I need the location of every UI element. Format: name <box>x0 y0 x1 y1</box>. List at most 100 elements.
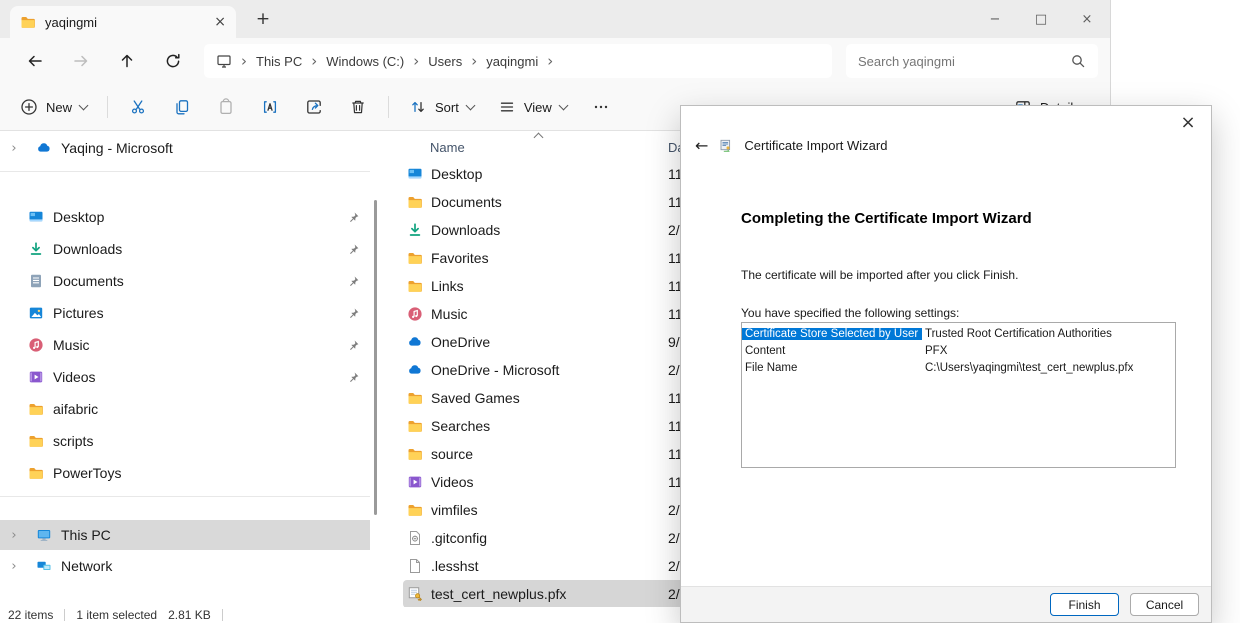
folder-icon <box>407 278 423 294</box>
back-button[interactable] <box>12 43 58 79</box>
file-name: vimfiles <box>431 502 478 518</box>
dialog-close-icon[interactable]: × <box>1177 111 1199 133</box>
music-icon <box>407 306 423 322</box>
sidebar-item[interactable]: PowerToys <box>0 457 370 489</box>
sidebar-item-label: Yaqing - Microsoft <box>61 140 173 156</box>
sidebar-item-label: PowerToys <box>53 465 121 481</box>
sidebar-item[interactable]: scripts <box>0 425 370 457</box>
setting-value: PFX <box>922 345 947 357</box>
chevron-right-icon[interactable]: › <box>8 559 20 574</box>
dialog-title: Certificate Import Wizard <box>744 138 887 153</box>
more-options-button[interactable] <box>579 89 623 125</box>
share-icon <box>305 98 323 116</box>
breadcrumb-item-windows-c[interactable]: Windows (C:) <box>326 54 404 69</box>
monitor-icon <box>36 527 52 543</box>
new-tab-button[interactable]: + <box>252 8 274 30</box>
rename-button[interactable] <box>248 89 292 125</box>
status-divider <box>222 609 223 621</box>
setting-value: C:\Users\yaqingmi\test_cert_newplus.pfx <box>922 362 1133 374</box>
delete-button[interactable] <box>336 89 380 125</box>
sidebar-item[interactable]: Music <box>0 329 370 361</box>
forward-button[interactable] <box>58 43 104 79</box>
finish-button[interactable]: Finish <box>1050 593 1119 616</box>
sidebar-item-label: Videos <box>53 369 96 385</box>
view-button[interactable]: View <box>486 89 579 125</box>
column-header-name[interactable]: Name <box>430 140 465 155</box>
sidebar-item-label: Documents <box>53 273 124 289</box>
sidebar-item-yaqing-microsoft[interactable]: › Yaqing - Microsoft <box>0 132 370 164</box>
paste-button[interactable] <box>204 89 248 125</box>
sidebar-item[interactable]: › Network <box>0 550 370 582</box>
file-name: Music <box>431 306 468 322</box>
documents-icon <box>28 273 44 289</box>
sidebar-item-label: Network <box>61 558 112 574</box>
sidebar-item-label: This PC <box>61 527 111 543</box>
chevron-right-icon[interactable]: › <box>8 141 20 156</box>
sort-button[interactable]: Sort <box>397 89 486 125</box>
tab-label: yaqingmi <box>45 15 97 30</box>
minimize-button[interactable]: − <box>972 0 1018 38</box>
navigation-bar: › This PC › Windows (C:) › Users › yaqin… <box>0 38 1110 84</box>
sidebar-item[interactable]: › This PC <box>0 520 370 550</box>
navigation-pane: › Yaqing - Microsoft Desktop Downloads D… <box>0 132 370 607</box>
chevron-right-icon[interactable]: › <box>8 528 20 543</box>
search-placeholder: Search yaqingmi <box>858 54 955 69</box>
up-button[interactable] <box>104 43 150 79</box>
sidebar-item-label: Downloads <box>53 241 122 257</box>
sidebar-divider <box>0 496 370 497</box>
cut-icon <box>129 98 147 116</box>
sidebar-item[interactable]: Videos <box>0 361 370 393</box>
breadcrumb-item-yaqingmi[interactable]: yaqingmi <box>486 54 538 69</box>
tab-close-icon[interactable]: × <box>214 15 226 29</box>
sidebar-item[interactable]: aifabric <box>0 393 370 425</box>
folder-icon <box>407 250 423 266</box>
pin-icon <box>347 275 360 288</box>
sidebar-item[interactable]: Documents <box>0 265 370 297</box>
maximize-button[interactable]: □ <box>1018 0 1064 38</box>
cloud-icon <box>36 140 52 156</box>
tab-yaqingmi[interactable]: yaqingmi × <box>10 6 236 38</box>
folder-icon <box>407 390 423 406</box>
refresh-button[interactable] <box>150 43 196 79</box>
sidebar-item[interactable]: Pictures <box>0 297 370 329</box>
window-controls: − □ × <box>972 0 1110 38</box>
copy-button[interactable] <box>160 89 204 125</box>
sidebar-scrollbar[interactable] <box>374 200 377 515</box>
settings-table: Certificate Store Selected by User Trust… <box>741 322 1176 468</box>
chevron-down-icon <box>558 101 568 111</box>
setting-value: Trusted Root Certification Authorities <box>922 328 1112 340</box>
new-button-label: New <box>46 100 72 115</box>
breadcrumb-item-users[interactable]: Users <box>428 54 462 69</box>
cut-button[interactable] <box>116 89 160 125</box>
settings-row[interactable]: File Name C:\Users\yaqingmi\test_cert_ne… <box>742 359 1175 376</box>
sidebar-item[interactable]: Downloads <box>0 233 370 265</box>
delete-icon <box>349 98 367 116</box>
settings-label: You have specified the following setting… <box>741 306 959 320</box>
dialog-back-button[interactable]: ← <box>695 136 708 155</box>
breadcrumb: › This PC › Windows (C:) › Users › yaqin… <box>204 44 832 78</box>
file-icon <box>407 558 423 574</box>
breadcrumb-item-this-pc[interactable]: This PC <box>256 54 302 69</box>
new-button[interactable]: New <box>8 89 99 125</box>
dialog-heading: Completing the Certificate Import Wizard <box>741 210 1032 227</box>
setting-name: Certificate Store Selected by User <box>742 328 922 340</box>
downloads-icon <box>28 241 44 257</box>
sidebar-item-label: Desktop <box>53 209 104 225</box>
search-input[interactable]: Search yaqingmi <box>846 44 1098 78</box>
breadcrumb-separator: › <box>413 52 419 70</box>
file-name: OneDrive <box>431 334 490 350</box>
sidebar-item[interactable]: Desktop <box>0 201 370 233</box>
share-button[interactable] <box>292 89 336 125</box>
file-name: Downloads <box>431 222 500 238</box>
toolbar-divider <box>388 96 389 118</box>
setting-name: Content <box>742 345 922 357</box>
file-name: Desktop <box>431 166 482 182</box>
settings-row[interactable]: Content PFX <box>742 342 1175 359</box>
settings-row[interactable]: Certificate Store Selected by User Trust… <box>742 325 1175 342</box>
folder-icon <box>407 446 423 462</box>
file-name: Videos <box>431 474 474 490</box>
rename-icon <box>261 98 279 116</box>
selection-count: 1 item selected <box>76 608 157 622</box>
close-button[interactable]: × <box>1064 0 1110 38</box>
cancel-button[interactable]: Cancel <box>1130 593 1199 616</box>
